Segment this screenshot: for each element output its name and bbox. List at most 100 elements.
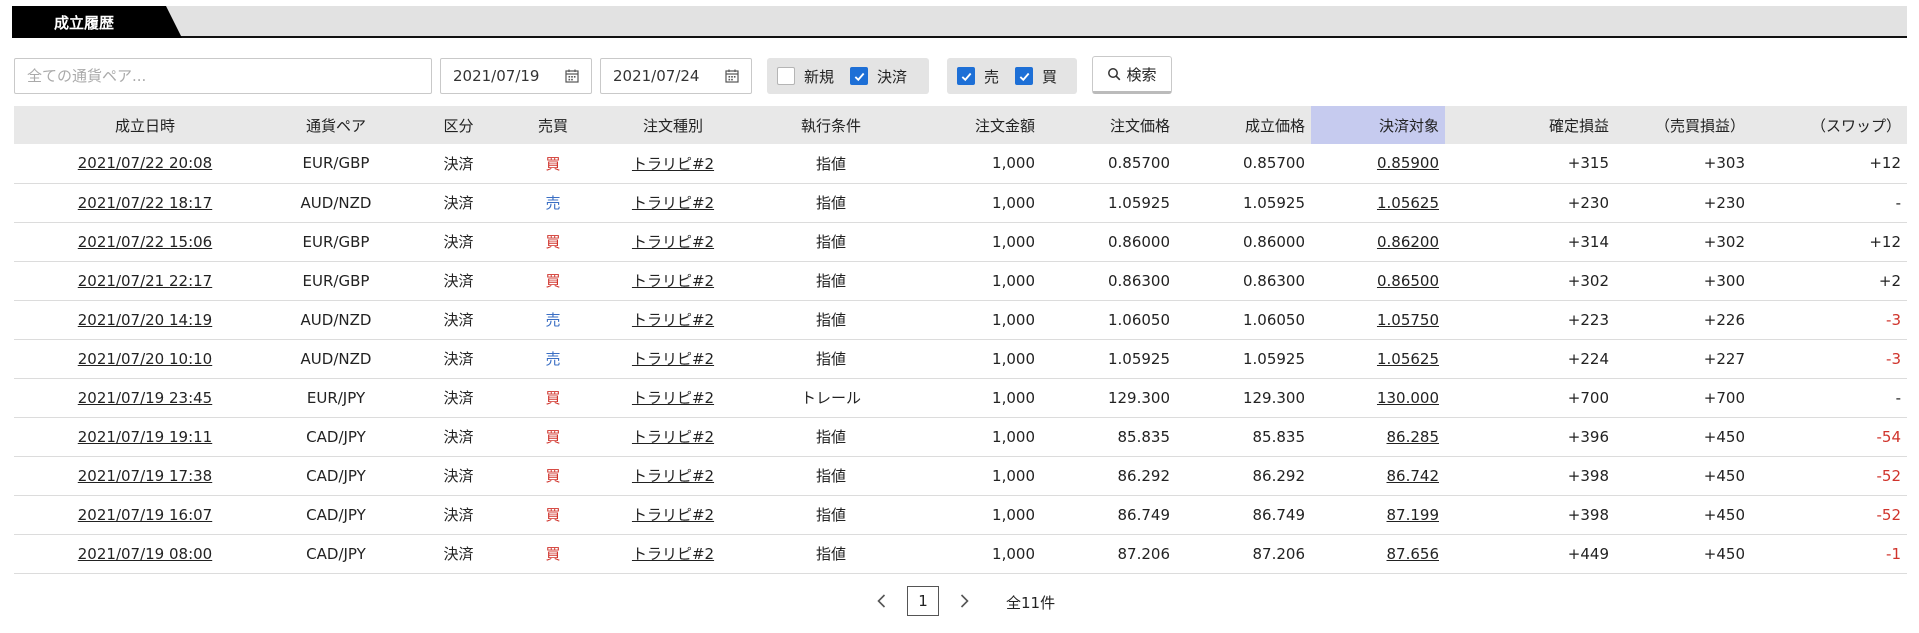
- cell-trade-pl: +450: [1615, 456, 1751, 496]
- sell-checkbox-box[interactable]: [957, 67, 975, 85]
- cell-order-type: トラリピ#2: [585, 261, 761, 301]
- cell-order-type-value[interactable]: トラリピ#2: [632, 194, 714, 212]
- cell-order-type-value[interactable]: トラリピ#2: [632, 467, 714, 485]
- cell-category: 決済: [396, 261, 521, 301]
- table-row[interactable]: 2021/07/22 20:08 EUR/GBP 決済 買 トラリピ#2 指値 1,000 0…: [14, 144, 1907, 184]
- cell-settlement-target-value[interactable]: 0.86200: [1377, 233, 1439, 251]
- cell-order-type-value[interactable]: トラリピ#2: [632, 155, 714, 173]
- cell-settlement-target-value[interactable]: 86.285: [1387, 428, 1440, 446]
- cell-settlement-target-value[interactable]: 1.05625: [1377, 350, 1439, 368]
- col-header-side[interactable]: 売買: [521, 106, 585, 144]
- table-row[interactable]: 2021/07/19 17:38 CAD/JPY 決済 買 トラリピ#2 指値 1,000 8…: [14, 456, 1907, 496]
- cell-order-type-value[interactable]: トラリピ#2: [632, 311, 714, 329]
- date-to-field[interactable]: 2021/07/24: [600, 58, 752, 94]
- table-row[interactable]: 2021/07/19 08:00 CAD/JPY 決済 買 トラリピ#2 指値 1,000 8…: [14, 534, 1907, 574]
- cell-exec-time-value[interactable]: 2021/07/20 14:19: [78, 311, 212, 329]
- date-from-field[interactable]: 2021/07/19: [440, 58, 592, 94]
- calendar-icon[interactable]: [565, 69, 579, 83]
- cell-settlement-target-value[interactable]: 87.199: [1387, 506, 1440, 524]
- cell-exec-price: 0.85700: [1176, 144, 1311, 184]
- table-row[interactable]: 2021/07/20 10:10 AUD/NZD 決済 売 トラリピ#2 指値 1,000 1…: [14, 339, 1907, 379]
- table-row[interactable]: 2021/07/22 18:17 AUD/NZD 決済 売 トラリピ#2 指値 1,000 1…: [14, 183, 1907, 223]
- cell-settlement-target-value[interactable]: 130.000: [1377, 389, 1439, 407]
- buy-checkbox[interactable]: 買: [1015, 66, 1057, 87]
- buy-checkbox-box[interactable]: [1015, 67, 1034, 85]
- table-row[interactable]: 2021/07/19 16:07 CAD/JPY 決済 買 トラリピ#2 指値 1,000 8…: [14, 495, 1907, 535]
- col-header-exec-price[interactable]: 成立価格: [1176, 106, 1311, 144]
- cell-settlement-target-value[interactable]: 1.05750: [1377, 311, 1439, 329]
- tab-trade-history[interactable]: 成立履歴: [12, 6, 182, 38]
- col-header-order-amount[interactable]: 注文金額: [901, 106, 1041, 144]
- cell-swap: -3: [1751, 300, 1907, 340]
- cell-order-price-value: 86.749: [1117, 505, 1171, 524]
- cell-exec-time-value[interactable]: 2021/07/19 23:45: [78, 389, 212, 407]
- cell-swap-value: +12: [1869, 154, 1901, 173]
- sell-checkbox[interactable]: 売: [957, 66, 999, 87]
- cell-trade-pl-value: +450: [1703, 544, 1745, 563]
- cell-pair: CAD/JPY: [276, 456, 396, 496]
- col-header-order-type[interactable]: 注文種別: [585, 106, 761, 144]
- col-header-trade-pl[interactable]: （売買損益）: [1615, 106, 1751, 144]
- col-header-pair[interactable]: 通貨ペア: [276, 106, 396, 144]
- cell-order-type-value[interactable]: トラリピ#2: [632, 545, 714, 563]
- chevron-right-icon[interactable]: [956, 592, 972, 610]
- cell-trade-pl-value: +302: [1703, 232, 1745, 251]
- cell-trade-pl: +450: [1615, 417, 1751, 457]
- cell-exec-time-value[interactable]: 2021/07/20 10:10: [78, 350, 212, 368]
- cell-side: 買: [521, 222, 585, 262]
- table-row[interactable]: 2021/07/19 23:45 EUR/JPY 決済 買 トラリピ#2 トレール 1,00…: [14, 378, 1907, 418]
- col-header-realized-pl[interactable]: 確定損益: [1445, 106, 1615, 144]
- cell-settlement-target-value[interactable]: 87.656: [1387, 545, 1440, 563]
- cell-exec-condition-value: 指値: [815, 272, 846, 290]
- cell-exec-condition-value: 指値: [815, 467, 846, 485]
- cell-order-type-value[interactable]: トラリピ#2: [632, 272, 714, 290]
- page-number-current[interactable]: 1: [907, 586, 939, 616]
- table-row[interactable]: 2021/07/20 14:19 AUD/NZD 決済 売 トラリピ#2 指値 1,000 1…: [14, 300, 1907, 340]
- cell-settlement-target-value[interactable]: 0.85900: [1377, 154, 1439, 172]
- cell-order-type-value[interactable]: トラリピ#2: [632, 233, 714, 251]
- cell-exec-time: 2021/07/19 08:00: [14, 534, 276, 574]
- col-header-category[interactable]: 区分: [396, 106, 521, 144]
- cell-settlement-target-value[interactable]: 1.05625: [1377, 194, 1439, 212]
- new-checkbox-box[interactable]: [777, 67, 795, 85]
- col-header-exec-time[interactable]: 成立日時: [14, 106, 276, 144]
- cell-trade-pl: +302: [1615, 222, 1751, 262]
- cell-exec-condition: 指値: [761, 417, 901, 457]
- cell-order-type-value[interactable]: トラリピ#2: [632, 350, 714, 368]
- cell-exec-time-value[interactable]: 2021/07/22 18:17: [78, 194, 212, 212]
- cell-order-type-value[interactable]: トラリピ#2: [632, 506, 714, 524]
- cell-order-price-value: 0.86000: [1107, 232, 1170, 251]
- table-row[interactable]: 2021/07/22 15:06 EUR/GBP 決済 買 トラリピ#2 指値 1,000 0…: [14, 222, 1907, 262]
- currency-pair-input[interactable]: [14, 58, 432, 94]
- table-row[interactable]: 2021/07/19 19:11 CAD/JPY 決済 買 トラリピ#2 指値 1,000 8…: [14, 417, 1907, 457]
- cell-exec-time-value[interactable]: 2021/07/19 17:38: [78, 467, 212, 485]
- cell-realized-pl-value: +315: [1567, 154, 1609, 173]
- col-header-swap[interactable]: （スワップ）: [1751, 106, 1907, 144]
- cell-order-price-value: 86.292: [1117, 466, 1171, 485]
- cell-exec-time-value[interactable]: 2021/07/21 22:17: [78, 272, 212, 290]
- col-header-exec-condition[interactable]: 執行条件: [761, 106, 901, 144]
- table-row[interactable]: 2021/07/21 22:17 EUR/GBP 決済 買 トラリピ#2 指値 1,000 0…: [14, 261, 1907, 301]
- col-header-order-price[interactable]: 注文価格: [1041, 106, 1176, 144]
- search-button[interactable]: 検索: [1092, 56, 1172, 94]
- cell-exec-condition: 指値: [761, 222, 901, 262]
- cell-settlement-target-value[interactable]: 86.742: [1387, 467, 1440, 485]
- cell-swap: -: [1751, 183, 1907, 223]
- calendar-icon[interactable]: [725, 69, 739, 83]
- col-header-settlement-target[interactable]: 決済対象: [1311, 106, 1445, 144]
- chevron-left-icon[interactable]: [874, 592, 890, 610]
- new-checkbox[interactable]: 新規: [777, 66, 834, 87]
- cell-exec-time-value[interactable]: 2021/07/22 15:06: [78, 233, 212, 251]
- cell-side: 買: [521, 495, 585, 535]
- settle-checkbox[interactable]: 決済: [850, 66, 907, 87]
- cell-exec-time-value[interactable]: 2021/07/19 19:11: [78, 428, 212, 446]
- settle-checkbox-box[interactable]: [850, 67, 869, 85]
- cell-order-type-value[interactable]: トラリピ#2: [632, 389, 714, 407]
- cell-settlement-target-value[interactable]: 0.86500: [1377, 272, 1439, 290]
- cell-order-type-value[interactable]: トラリピ#2: [632, 428, 714, 446]
- cell-settlement-target: 87.656: [1311, 534, 1445, 574]
- cell-exec-time-value[interactable]: 2021/07/19 08:00: [78, 545, 212, 563]
- cell-exec-time-value[interactable]: 2021/07/22 20:08: [78, 154, 212, 172]
- cell-exec-time-value[interactable]: 2021/07/19 16:07: [78, 506, 212, 524]
- cell-category-value: 決済: [443, 545, 474, 563]
